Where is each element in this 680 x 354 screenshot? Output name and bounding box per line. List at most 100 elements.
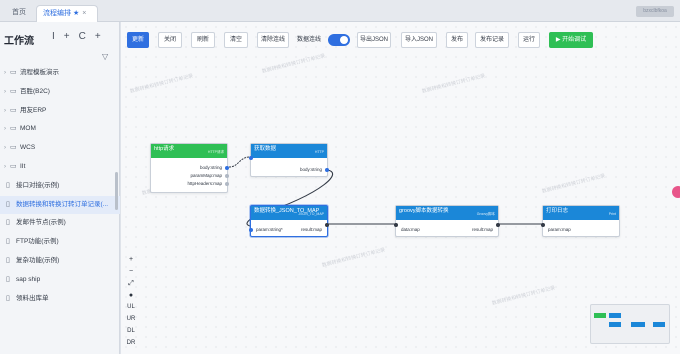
node-header: 数据转换_JSON_TO_MAP JSON_TO_MAP	[251, 206, 327, 220]
text-cursor-icon[interactable]: I	[52, 31, 55, 42]
filter-icon[interactable]: ▽	[102, 52, 108, 61]
node-subtitle: HTTP	[314, 150, 324, 154]
minimap-node	[609, 313, 621, 318]
workflow-tree: › ▭ 流程模板演示 › ▭ 百胜(B2C) › ▭ 用友ERP › ▭ MOM › ▭ WCS ›…	[0, 64, 120, 308]
flow-canvas[interactable]: 更新 关闭 刷新 清空 清除连线 数据连线 导出JSON 导入JSON 发布 发…	[121, 22, 680, 354]
node-header: 打印日志 Print	[543, 206, 619, 220]
node-subtitle: Print	[608, 212, 616, 216]
node-print-log[interactable]: 打印日志 Print param:map	[541, 205, 620, 237]
port-label: httpHeaders:map	[187, 181, 222, 186]
tree-file-active[interactable]: ▯ 数据转换和转换订转订单记录(...	[0, 195, 120, 215]
chevron-right-icon: ›	[4, 107, 6, 114]
tree-file[interactable]: ▯ 接口对接(示例)	[0, 177, 120, 196]
align-ur-button[interactable]: UR	[124, 316, 138, 322]
tab-home[interactable]: 首页	[6, 5, 32, 22]
sidebar-tools: I + C +	[52, 31, 101, 42]
file-icon: ▯	[6, 256, 10, 264]
connector-http-to-fetch	[228, 156, 251, 168]
node-fetch-data[interactable]: 获取数据 HTTP body:string	[249, 143, 329, 177]
tree-item-label: 发邮件节点(示例)	[16, 219, 66, 227]
close-icon[interactable]: ×	[82, 10, 86, 17]
tree-item-label: 接口对接(示例)	[16, 181, 60, 189]
browser-tab-bar: 首页 流程编排 ★ × bzxclbfkoa	[0, 0, 680, 22]
node-header: groovy脚本数据转换 Groovy脚本	[396, 206, 498, 220]
input-port-dot[interactable]	[249, 228, 253, 232]
chevron-right-icon: ›	[4, 70, 6, 76]
sidebar-title: 工作流	[4, 36, 34, 47]
zoom-out-button[interactable]: −	[124, 268, 138, 275]
tree-item-label: 流程模板演示	[20, 69, 59, 76]
sidebar-scrollbar[interactable]	[115, 172, 118, 210]
output-port-dot[interactable]	[225, 182, 229, 186]
tree-item-label: MOM	[20, 125, 36, 133]
node-json-to-map[interactable]: 数据转换_JSON_TO_MAP JSON_TO_MAP param:strin…	[249, 205, 329, 237]
user-badge[interactable]: bzxclbfkoa	[636, 6, 674, 17]
add-folder-icon[interactable]: +	[95, 31, 101, 42]
node-subtitle: Groovy脚本	[476, 212, 495, 216]
node-subtitle: JSON_TO_MAP	[298, 212, 324, 216]
tab-flow-editor-label: 流程编排	[43, 10, 71, 17]
folder-icon: ▭	[10, 125, 17, 133]
refresh-icon[interactable]: C	[79, 31, 86, 42]
fit-view-button[interactable]: ⤢	[124, 280, 138, 288]
sidebar-header: 工作流	[4, 32, 34, 47]
folder-icon: ▭	[10, 87, 17, 95]
port-label: data:map	[401, 227, 420, 232]
tab-flow-editor[interactable]: 流程编排 ★ ×	[36, 5, 98, 22]
file-icon: ▯	[6, 200, 10, 208]
minimap[interactable]	[590, 304, 670, 344]
tree-folder[interactable]: › ▭ 百胜(B2C)	[0, 83, 120, 102]
node-subtitle: HTTP请求	[207, 150, 224, 154]
align-dl-button[interactable]: DL	[124, 328, 138, 334]
node-title: http请求	[154, 146, 175, 152]
assistant-badge-icon[interactable]	[672, 186, 680, 198]
tree-file[interactable]: ▯ FTP功能(示例)	[0, 233, 120, 252]
output-port-dot[interactable]	[225, 166, 229, 170]
input-port-dot[interactable]	[541, 223, 545, 227]
chevron-right-icon: ›	[4, 145, 6, 152]
tree-file[interactable]: ▯ 发邮件节点(示例)	[0, 214, 120, 233]
align-ul-button[interactable]: UL	[124, 304, 138, 310]
node-groovy-script[interactable]: groovy脚本数据转换 Groovy脚本 data:map result:ma…	[394, 205, 500, 237]
folder-icon: ▭	[10, 106, 17, 114]
chevron-right-icon: ›	[4, 88, 6, 95]
folder-icon: ▭	[10, 162, 17, 170]
minimap-node	[609, 322, 621, 327]
tree-folder[interactable]: › ▭ 流程模板演示	[0, 64, 120, 83]
tree-folder[interactable]: › ▭ WCS	[0, 139, 120, 158]
tree-item-label: WCS	[20, 144, 36, 152]
add-icon[interactable]: +	[64, 31, 70, 42]
tree-folder[interactable]: › ▭ 用友ERP	[0, 102, 120, 121]
output-port-dot[interactable]	[225, 174, 229, 178]
file-icon: ▯	[6, 181, 10, 189]
port-label: param:string*	[256, 227, 283, 232]
tree-folder[interactable]: › ▭ IIt	[0, 158, 120, 177]
star-icon[interactable]: ★	[73, 10, 79, 17]
zoom-in-button[interactable]: +	[124, 256, 138, 263]
output-port-dot[interactable]	[325, 168, 329, 172]
tree-folder[interactable]: › ▭ MOM	[0, 120, 120, 139]
tree-item-label: 领料出库单	[16, 294, 49, 302]
output-port-dot[interactable]	[496, 223, 500, 227]
input-port-dot[interactable]	[394, 223, 398, 227]
tree-file[interactable]: ▯ 复杂功能(示例)	[0, 252, 120, 271]
align-dr-button[interactable]: DR	[124, 340, 138, 346]
tree-file[interactable]: ▯ 领料出库单	[0, 290, 120, 309]
chevron-right-icon: ›	[4, 126, 6, 133]
tree-item-label: IIt	[20, 162, 26, 170]
output-port-dot[interactable]	[325, 223, 329, 227]
tree-item-label: sap ship	[16, 275, 41, 283]
tree-item-label: 数据转换和转换订转订单记录(...	[16, 200, 109, 208]
folder-icon: ▭	[10, 144, 17, 152]
minimap-node	[631, 322, 645, 327]
lock-button[interactable]: ●	[124, 292, 138, 299]
file-icon: ▯	[6, 294, 10, 302]
port-label: body:string	[299, 167, 322, 172]
node-http-request[interactable]: http请求 HTTP请求 body:string paramMap:map h…	[150, 143, 229, 193]
node-header: http请求 HTTP请求	[151, 144, 227, 158]
port-label: result:map	[471, 227, 493, 232]
input-port-dot[interactable]	[249, 156, 253, 160]
tree-item-label: FTP功能(示例)	[16, 238, 59, 246]
file-icon: ▯	[6, 219, 10, 227]
tree-file[interactable]: ▯ sap ship	[0, 271, 120, 290]
